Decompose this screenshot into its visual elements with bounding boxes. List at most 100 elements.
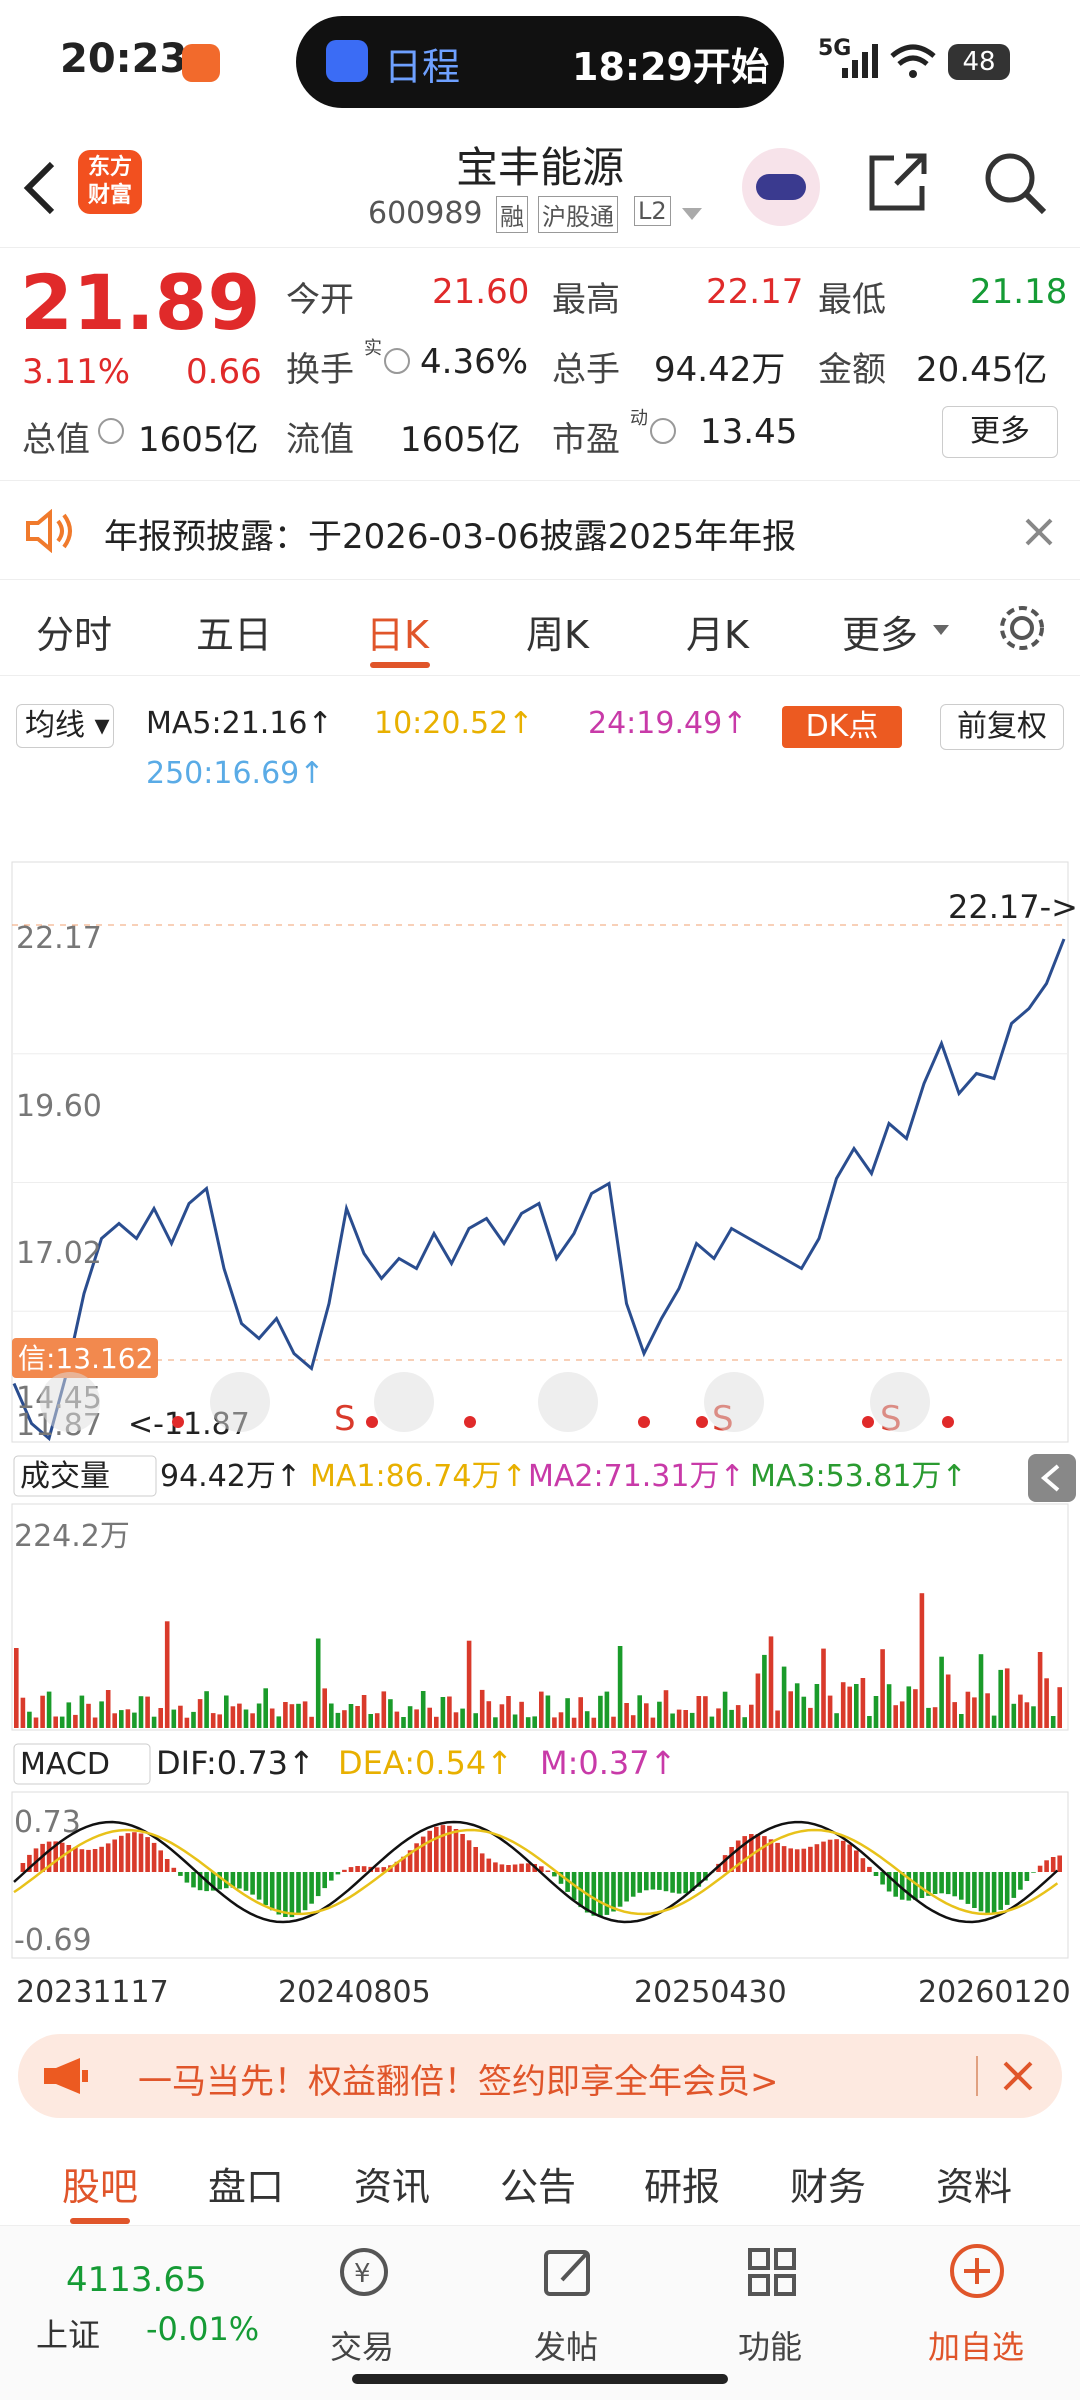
macd-bar	[263, 1872, 268, 1906]
volume-bar	[827, 1695, 833, 1728]
macd-bar	[493, 1862, 498, 1872]
macd-bar	[473, 1847, 478, 1872]
scroll-right-icon[interactable]	[704, 1372, 764, 1432]
volume-bar	[1037, 1652, 1043, 1728]
search-icon[interactable]	[982, 150, 1048, 216]
volume-bar	[164, 1621, 170, 1728]
volume-bar	[899, 1701, 905, 1728]
macd-bar	[73, 1847, 78, 1872]
macd-select-label: MACD	[20, 1747, 110, 1782]
volume-bar	[237, 1703, 242, 1728]
tab-intraday[interactable]: 分时	[36, 604, 112, 659]
macd-bar	[604, 1872, 610, 1915]
tab-news[interactable]: 资讯	[354, 2156, 430, 2211]
tab-monthly-k[interactable]: 月K	[686, 604, 749, 659]
calendar-pill[interactable]: 日程 18:29开始	[296, 16, 784, 108]
volume-bar	[696, 1696, 702, 1728]
volume-bar	[604, 1691, 610, 1728]
volume-bar	[558, 1712, 564, 1728]
tab-research[interactable]: 研报	[644, 2156, 720, 2211]
kline-chart[interactable]: 22.17 19.60 17.02 14.45 11.87 22.17-> <-…	[0, 780, 1080, 2010]
volume-bar	[256, 1703, 262, 1728]
macd-bar	[453, 1829, 459, 1872]
dk-point-button[interactable]: DK点	[782, 706, 902, 748]
macd-bar	[860, 1858, 866, 1872]
signal-dot	[696, 1416, 708, 1428]
pe-info-icon[interactable]	[650, 418, 676, 444]
zoom-in-icon[interactable]	[374, 1372, 434, 1432]
scroll-left-icon[interactable]	[538, 1372, 598, 1432]
zoom-out-icon[interactable]	[210, 1372, 270, 1432]
volume-bar	[644, 1703, 649, 1728]
macd-bar	[630, 1872, 636, 1897]
volume-bar	[801, 1696, 807, 1728]
low-label: 最低	[818, 280, 886, 320]
macd-bar	[919, 1872, 925, 1898]
volume-bar	[532, 1716, 537, 1728]
signal-dot	[942, 1416, 954, 1428]
volume-bar	[302, 1701, 308, 1728]
index-value[interactable]: 4113.65	[66, 2260, 207, 2300]
volume-bar	[689, 1712, 695, 1728]
close-icon[interactable]	[1024, 517, 1054, 547]
gear-icon[interactable]	[996, 602, 1048, 654]
trade-button[interactable]: ¥ 交易	[282, 2226, 442, 2376]
volume-bar	[1044, 1678, 1049, 1728]
macd-bar	[427, 1830, 432, 1872]
stock-name: 宝丰能源	[455, 143, 624, 192]
macd-bar	[512, 1864, 518, 1872]
dropdown-triangle-icon[interactable]	[680, 206, 704, 222]
adjust-mode-button[interactable]: 前复权	[940, 704, 1064, 750]
macd-bar	[591, 1872, 597, 1916]
macd-bar	[959, 1872, 964, 1900]
pe-label: 市盈	[552, 420, 620, 460]
tab-daily-k[interactable]: 日K	[366, 604, 429, 659]
scroll-left-fast-icon[interactable]	[40, 1372, 100, 1432]
macd-bar	[145, 1837, 150, 1872]
add-watchlist-button[interactable]: 加自选	[896, 2226, 1056, 2376]
tab-profile[interactable]: 资料	[936, 2156, 1012, 2211]
turnover-value: 4.36%	[420, 342, 529, 382]
volume-bar	[105, 1690, 111, 1728]
volume-bar	[873, 1696, 879, 1728]
more-button[interactable]: 更多	[942, 406, 1058, 458]
volume-bar	[184, 1717, 190, 1728]
tab-weekly-k[interactable]: 周K	[526, 604, 589, 659]
app-logo[interactable]: 东方 财富	[78, 150, 142, 214]
y-gridlines	[12, 1053, 1068, 1312]
collapse-panel-button[interactable]	[1028, 1454, 1076, 1502]
info-dots-icon[interactable]	[384, 348, 410, 374]
ma-select[interactable]: 均线 ▾	[16, 704, 114, 748]
volume-bar	[880, 1649, 885, 1728]
post-button[interactable]: 发帖	[486, 2226, 646, 2376]
notice-bar[interactable]: 年报预披露：于2026-03-06披露2025年年报	[0, 480, 1080, 580]
volume-bar	[834, 1713, 839, 1728]
volume-label: 总手	[552, 350, 620, 390]
volume-bar	[99, 1701, 104, 1728]
tab-forum[interactable]: 股吧	[62, 2156, 138, 2211]
volume-bar	[860, 1678, 866, 1728]
fullscreen-icon[interactable]	[870, 1372, 930, 1432]
volume-bar	[486, 1701, 492, 1728]
tab-orderbook[interactable]: 盘口	[208, 2156, 284, 2211]
back-arrow-icon[interactable]	[20, 160, 60, 216]
volume-bar	[112, 1713, 117, 1728]
volume-bar	[637, 1695, 642, 1728]
tab-announcements[interactable]: 公告	[500, 2156, 576, 2211]
megaphone-icon	[44, 2058, 88, 2094]
y-tick-2: 17.02	[16, 1236, 102, 1271]
tab-five-day[interactable]: 五日	[196, 604, 272, 659]
volume-bar	[342, 1710, 347, 1728]
close-icon[interactable]	[1002, 2060, 1034, 2092]
tab-financials[interactable]: 财务	[790, 2156, 866, 2211]
mktcap-info-icon[interactable]	[98, 418, 124, 444]
ma-select-label: 均线	[25, 708, 85, 743]
tab-more[interactable]: 更多	[842, 604, 918, 659]
robot-assistant-icon[interactable]	[742, 148, 820, 226]
functions-button[interactable]: 功能	[690, 2226, 850, 2376]
pe-value: 13.45	[700, 412, 798, 452]
promo-banner[interactable]: 一马当先！权益翻倍！签约即享全年会员>	[18, 2034, 1062, 2118]
amount-value: 20.45亿	[916, 350, 1048, 390]
share-icon[interactable]	[866, 150, 930, 214]
open-label: 今开	[286, 280, 354, 320]
